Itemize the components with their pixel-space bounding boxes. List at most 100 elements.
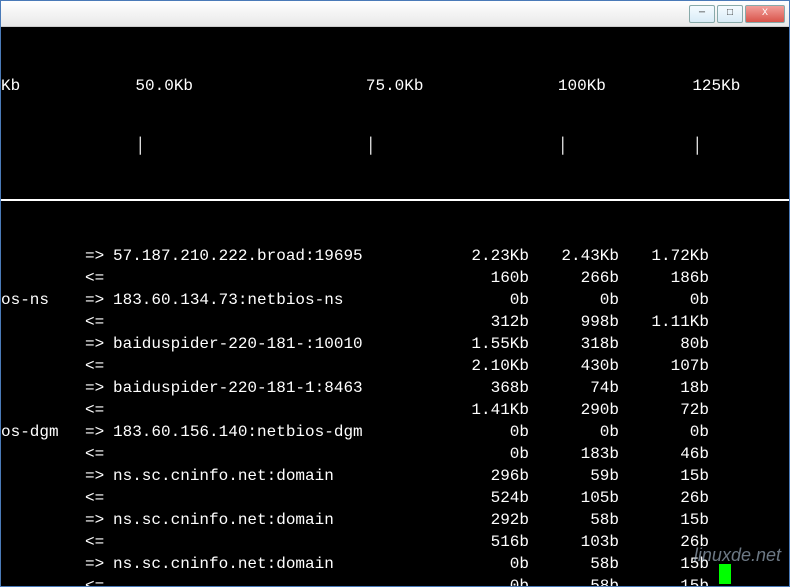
- remote-host: [113, 399, 449, 421]
- rate-40s: 72b: [629, 399, 719, 421]
- rate-10s: 58b: [539, 575, 629, 586]
- rate-2s: 2.10Kb: [449, 355, 539, 377]
- traffic-row: os-dgm=>183.60.156.140:netbios-dgm0b0b0b: [1, 421, 789, 443]
- local-host: [1, 575, 85, 586]
- rate-40s: 80b: [629, 333, 719, 355]
- remote-host: ns.sc.cninfo.net:domain: [113, 509, 449, 531]
- traffic-row: =>ns.sc.cninfo.net:domain0b58b15b: [1, 553, 789, 575]
- rate-10s: 998b: [539, 311, 629, 333]
- traffic-row: <= 312b998b1.11Kb: [1, 311, 789, 333]
- remote-host: [113, 487, 449, 509]
- local-host: [1, 333, 85, 355]
- maximize-button[interactable]: □: [717, 5, 743, 23]
- rate-40s: 1.72Kb: [629, 245, 719, 267]
- rate-10s: 2.43Kb: [539, 245, 629, 267]
- local-host: [1, 487, 85, 509]
- rate-40s: 15b: [629, 575, 719, 586]
- rate-10s: 290b: [539, 399, 629, 421]
- rate-10s: 58b: [539, 553, 629, 575]
- close-icon: X: [762, 8, 768, 19]
- close-button[interactable]: X: [745, 5, 785, 23]
- rate-2s: 516b: [449, 531, 539, 553]
- direction-arrow: =>: [85, 333, 113, 355]
- cursor-block: [719, 564, 731, 584]
- rate-40s: 15b: [629, 553, 719, 575]
- rate-2s: 1.41Kb: [449, 399, 539, 421]
- rate-2s: 0b: [449, 553, 539, 575]
- direction-arrow: =>: [85, 465, 113, 487]
- rate-10s: 105b: [539, 487, 629, 509]
- direction-arrow: <=: [85, 575, 113, 586]
- local-host: [1, 553, 85, 575]
- traffic-row: <= 1.41Kb290b72b: [1, 399, 789, 421]
- local-host: [1, 311, 85, 333]
- rate-40s: 15b: [629, 465, 719, 487]
- remote-host: [113, 311, 449, 333]
- direction-arrow: =>: [85, 289, 113, 311]
- rate-2s: 312b: [449, 311, 539, 333]
- local-host: [1, 399, 85, 421]
- rate-2s: 292b: [449, 509, 539, 531]
- rate-10s: 183b: [539, 443, 629, 465]
- local-host: os-ns: [1, 289, 85, 311]
- remote-host: ns.sc.cninfo.net:domain: [113, 553, 449, 575]
- traffic-rows: =>57.187.210.222.broad:196952.23Kb2.43Kb…: [1, 245, 789, 586]
- rate-10s: 318b: [539, 333, 629, 355]
- scale-labels: Kb 50.0Kb 75.0Kb 100Kb 125Kb: [1, 71, 789, 97]
- minimize-icon: ─: [699, 8, 705, 19]
- window-titlebar: ─ □ X: [1, 1, 789, 27]
- rate-40s: 107b: [629, 355, 719, 377]
- rate-10s: 0b: [539, 421, 629, 443]
- direction-arrow: <=: [85, 355, 113, 377]
- traffic-row: =>ns.sc.cninfo.net:domain292b58b15b: [1, 509, 789, 531]
- rate-40s: 1.11Kb: [629, 311, 719, 333]
- maximize-icon: □: [727, 8, 733, 19]
- rate-10s: 74b: [539, 377, 629, 399]
- rate-2s: 0b: [449, 421, 539, 443]
- direction-arrow: <=: [85, 267, 113, 289]
- rate-2s: 0b: [449, 575, 539, 586]
- direction-arrow: =>: [85, 421, 113, 443]
- local-host: [1, 245, 85, 267]
- rate-40s: 186b: [629, 267, 719, 289]
- rate-2s: 368b: [449, 377, 539, 399]
- rate-2s: 0b: [449, 443, 539, 465]
- rate-40s: 0b: [629, 289, 719, 311]
- direction-arrow: =>: [85, 245, 113, 267]
- traffic-row: os-ns=>183.60.134.73:netbios-ns0b0b0b: [1, 289, 789, 311]
- traffic-row: <=0b183b46b: [1, 443, 789, 465]
- rate-2s: 0b: [449, 289, 539, 311]
- scale-ticks: │ │ │ │: [1, 141, 789, 155]
- remote-host: [113, 443, 449, 465]
- remote-host: [113, 267, 449, 289]
- rate-2s: 160b: [449, 267, 539, 289]
- rate-2s: 1.55Kb: [449, 333, 539, 355]
- remote-host: 183.60.156.140:netbios-dgm: [113, 421, 449, 443]
- terminal-window: ─ □ X Kb 50.0Kb 75.0Kb 100Kb 125Kb │ │ │…: [0, 0, 790, 587]
- local-host: [1, 355, 85, 377]
- rate-40s: 46b: [629, 443, 719, 465]
- rate-2s: 296b: [449, 465, 539, 487]
- remote-host: baiduspider-220-181-:10010: [113, 333, 449, 355]
- rate-10s: 59b: [539, 465, 629, 487]
- local-host: [1, 377, 85, 399]
- rate-40s: 26b: [629, 487, 719, 509]
- traffic-row: =>ns.sc.cninfo.net:domain296b59b15b: [1, 465, 789, 487]
- rate-10s: 58b: [539, 509, 629, 531]
- direction-arrow: =>: [85, 509, 113, 531]
- remote-host: ns.sc.cninfo.net:domain: [113, 465, 449, 487]
- rate-40s: 15b: [629, 509, 719, 531]
- local-host: [1, 465, 85, 487]
- rate-40s: 26b: [629, 531, 719, 553]
- direction-arrow: <=: [85, 311, 113, 333]
- terminal-output[interactable]: Kb 50.0Kb 75.0Kb 100Kb 125Kb │ │ │ │ =>5…: [1, 27, 789, 586]
- remote-host: [113, 531, 449, 553]
- rate-10s: 430b: [539, 355, 629, 377]
- direction-arrow: <=: [85, 399, 113, 421]
- direction-arrow: =>: [85, 553, 113, 575]
- remote-host: [113, 355, 449, 377]
- minimize-button[interactable]: ─: [689, 5, 715, 23]
- divider-top: [1, 199, 789, 201]
- traffic-row: <=516b103b26b: [1, 531, 789, 553]
- remote-host: [113, 575, 449, 586]
